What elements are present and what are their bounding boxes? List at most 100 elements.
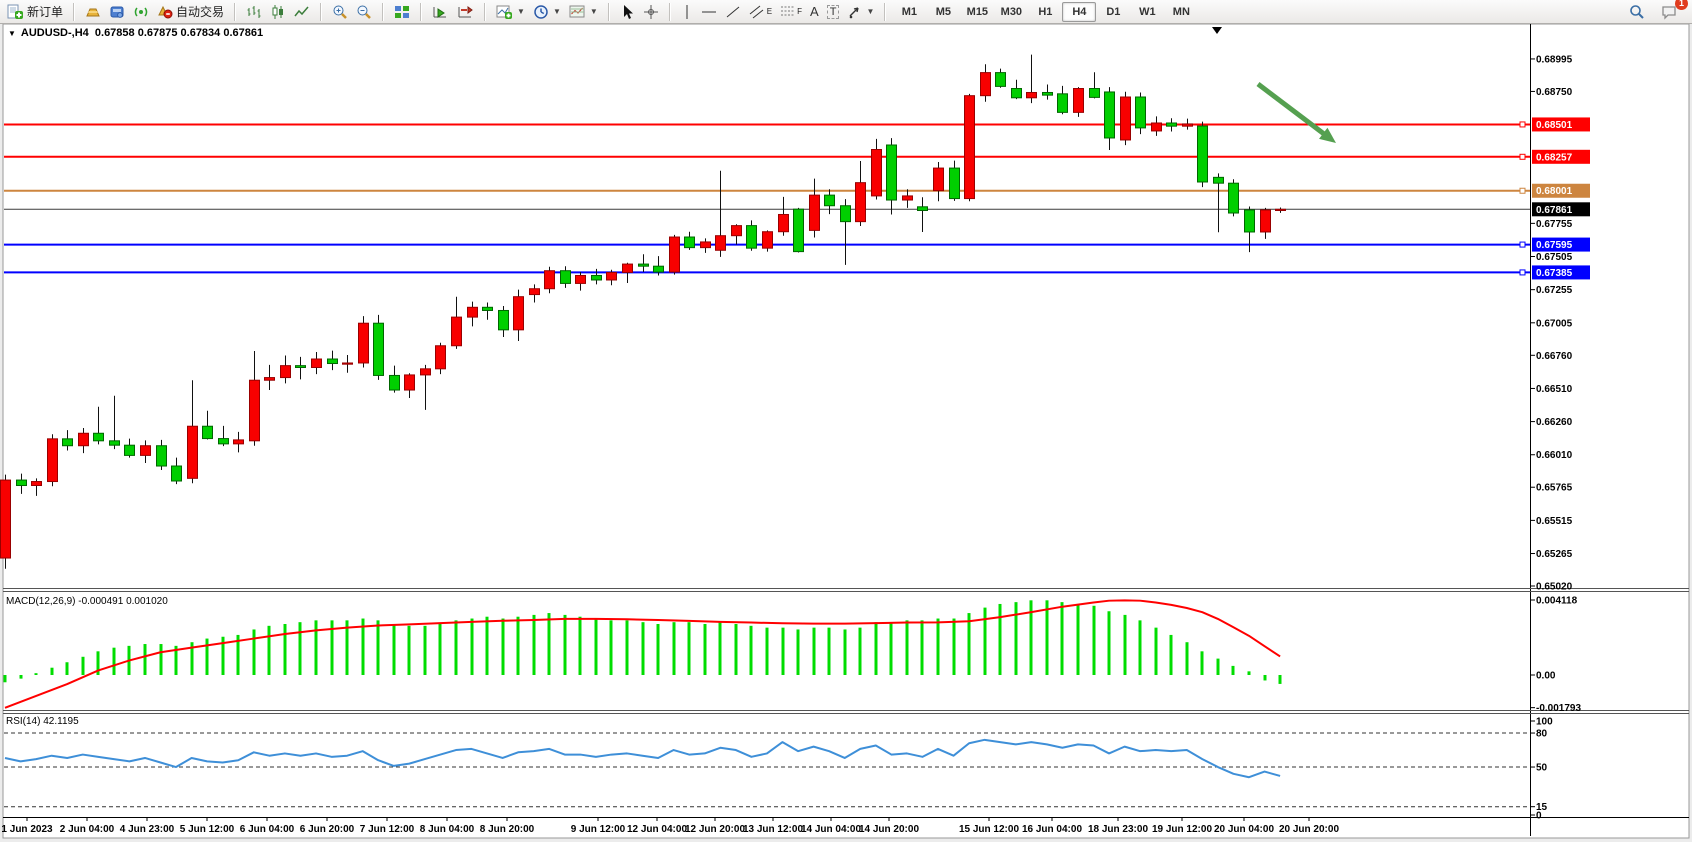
horizontal-line-button[interactable] — [697, 1, 721, 23]
templates-button[interactable]: ▼ — [565, 1, 602, 23]
toolbar-separator — [382, 3, 384, 21]
macd-histogram-bar — [424, 626, 427, 675]
new-order-icon — [7, 4, 24, 20]
macd-histogram-bar — [719, 622, 722, 675]
macd-histogram-bar — [66, 662, 69, 675]
new-order-label: 新订单 — [27, 3, 63, 20]
time-tick-label: 7 Jun 12:00 — [360, 824, 415, 835]
zoom-out-button[interactable] — [352, 1, 376, 23]
macd-histogram-bar — [1248, 671, 1251, 675]
auto-scroll-button[interactable] — [428, 1, 453, 23]
candle-body — [1198, 126, 1208, 182]
toolbar-separator — [484, 3, 486, 21]
periods-button[interactable]: ▼ — [529, 1, 565, 23]
candle-body — [79, 433, 89, 445]
text-button[interactable]: A — [806, 1, 823, 23]
vertical-line-button[interactable] — [677, 1, 697, 23]
timeframe-h4[interactable]: H4 — [1062, 2, 1096, 22]
autotrading-button[interactable]: 自动交易 — [153, 1, 228, 23]
candle-body — [654, 266, 664, 272]
tile-windows-button[interactable] — [390, 1, 414, 23]
timeframe-m5[interactable]: M5 — [926, 2, 960, 22]
level-line-handle[interactable] — [1520, 188, 1525, 193]
candle-body — [1, 480, 11, 558]
level-line-handle[interactable] — [1520, 270, 1525, 275]
candle-body — [514, 297, 524, 330]
candlestick-chart-button[interactable] — [266, 1, 290, 23]
text-tool-letter: A — [810, 4, 819, 19]
line-chart-button[interactable] — [290, 1, 314, 23]
arrows-button[interactable]: ▼ — [843, 1, 878, 23]
timeframe-h1[interactable]: H1 — [1028, 2, 1062, 22]
timeframe-mn[interactable]: MN — [1164, 2, 1198, 22]
timeframe-m30[interactable]: M30 — [994, 2, 1028, 22]
indicators-button[interactable]: ▼ — [492, 1, 529, 23]
cursor-button[interactable] — [616, 1, 639, 23]
macd-histogram-bar — [206, 639, 209, 675]
macd-histogram-bar — [875, 622, 878, 675]
candle-body — [328, 359, 338, 364]
text-label-button[interactable]: T — [823, 1, 844, 23]
candle-body — [250, 380, 260, 441]
chart-shift-button[interactable] — [453, 1, 478, 23]
candle-body — [343, 363, 353, 364]
fibonacci-button[interactable]: F — [776, 1, 806, 23]
time-tick-label: 9 Jun 12:00 — [571, 824, 626, 835]
macd-histogram-bar — [315, 620, 318, 675]
macd-histogram-bar — [999, 604, 1002, 675]
macd-histogram-bar — [486, 617, 489, 675]
bar-chart-button[interactable] — [242, 1, 266, 23]
price-tick-label: 0.67005 — [1536, 318, 1573, 329]
notifications-button[interactable]: 1 — [1657, 1, 1682, 23]
level-line-handle[interactable] — [1520, 154, 1525, 159]
chart-window: 0.689950.687500.677550.675050.672550.670… — [0, 24, 1692, 842]
search-icon — [1629, 4, 1645, 20]
candle-body — [856, 183, 866, 222]
macd-histogram-bar — [968, 613, 971, 675]
candle-body — [203, 426, 213, 438]
data-window-button[interactable] — [105, 1, 129, 23]
signals-button[interactable] — [129, 1, 153, 23]
auto-scroll-icon — [432, 4, 449, 20]
candle-body — [561, 271, 571, 284]
price-tick-label: 0.65765 — [1536, 483, 1573, 494]
chart-title-collapse-icon[interactable]: ▼ — [8, 29, 16, 38]
candle-body — [763, 232, 773, 248]
time-tick-label: 8 Jun 04:00 — [420, 824, 475, 835]
timeframe-w1[interactable]: W1 — [1130, 2, 1164, 22]
candle-body — [576, 275, 586, 283]
crosshair-icon — [643, 4, 659, 20]
time-tick-label: 6 Jun 20:00 — [300, 824, 355, 835]
timeframe-m15[interactable]: M15 — [960, 2, 994, 22]
timeframe-d1[interactable]: D1 — [1096, 2, 1130, 22]
price-tick-label: 0.66260 — [1536, 417, 1573, 428]
level-line-handle[interactable] — [1520, 242, 1525, 247]
search-button[interactable] — [1625, 1, 1649, 23]
price-tick-label: 0.68750 — [1536, 87, 1573, 98]
macd-histogram-bar — [548, 613, 551, 675]
candle-body — [1276, 209, 1286, 210]
macd-histogram-bar — [1170, 635, 1173, 675]
chart-symbol-period: AUDUSD-,H4 — [21, 27, 89, 39]
candle-body — [639, 264, 649, 266]
indicators-dropdown-caret[interactable]: ▼ — [517, 7, 525, 16]
level-line-handle[interactable] — [1520, 122, 1525, 127]
timeframe-m1[interactable]: M1 — [892, 2, 926, 22]
vertical-line-icon — [681, 4, 693, 20]
time-tick-label: 16 Jun 04:00 — [1022, 824, 1082, 835]
periods-dropdown-caret[interactable]: ▼ — [553, 7, 561, 16]
macd-histogram-bar — [82, 657, 85, 675]
candle-body — [468, 307, 478, 317]
price-tick-label: 0.66510 — [1536, 384, 1573, 395]
time-tick-label: 19 Jun 12:00 — [1152, 824, 1212, 835]
new-order-button[interactable]: 新订单 — [3, 1, 67, 23]
trendline-button[interactable] — [721, 1, 745, 23]
market-watch-button[interactable] — [81, 1, 105, 23]
zoom-in-button[interactable] — [328, 1, 352, 23]
arrows-dropdown-caret[interactable]: ▼ — [866, 7, 874, 16]
candle-body — [1074, 89, 1084, 113]
equidistant-channel-button[interactable]: E — [745, 1, 776, 23]
templates-dropdown-caret[interactable]: ▼ — [590, 7, 598, 16]
crosshair-button[interactable] — [639, 1, 663, 23]
macd-histogram-bar — [1201, 651, 1204, 675]
